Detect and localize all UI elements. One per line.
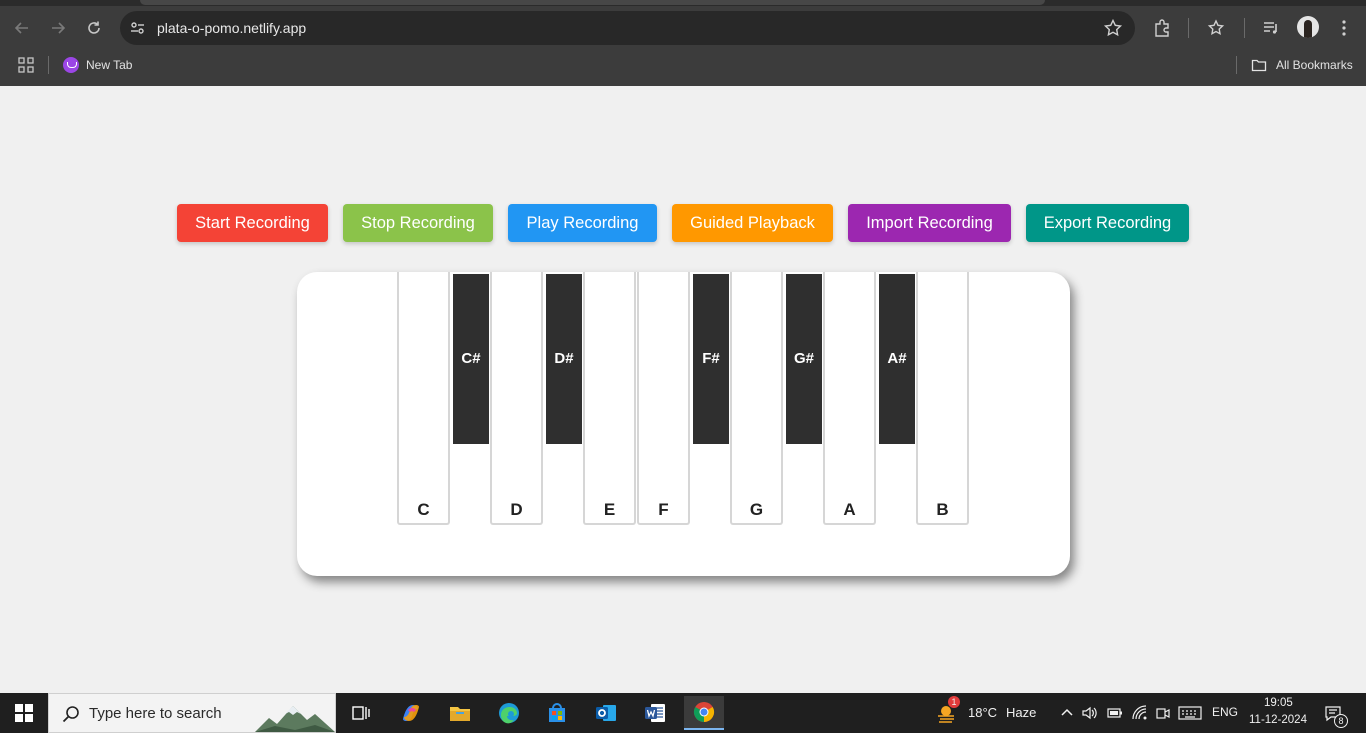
bookmark-label: New Tab [86,58,133,72]
copilot-icon [403,705,419,721]
key-label: D [510,500,523,519]
piano-keyboard: C D E F G A B C# D# F# G# A# [297,272,1070,576]
browser-toolbar: plata-o-pomo.netlify.app New Tab All Boo… [0,0,1366,86]
taskbar: Type here to search 1 18°C Haze ENG 19:0… [0,693,1366,733]
edge-app[interactable] [489,696,529,730]
wifi-icon[interactable] [1131,704,1149,722]
profile-avatar[interactable] [1297,16,1319,38]
search-icon [61,704,81,724]
bookmarks-star-list-icon[interactable] [1204,16,1228,40]
all-bookmarks-label: All Bookmarks [1276,58,1353,72]
key-label: C# [461,350,481,367]
piano-key-a[interactable]: A [823,272,876,525]
bookmark-star-icon[interactable] [1103,18,1123,38]
mountain-highlight-icon [255,706,335,732]
volume-icon[interactable] [1081,704,1099,722]
key-label: A# [887,350,907,367]
play-recording-button[interactable]: Play Recording [508,204,657,242]
clock-time[interactable]: 19:05 [1264,697,1293,709]
folder-icon [450,707,470,721]
address-bar[interactable]: plata-o-pomo.netlify.app [120,11,1135,45]
key-label: A [843,500,856,519]
site-settings-icon[interactable] [128,18,148,38]
all-bookmarks-button[interactable]: All Bookmarks [1251,55,1353,75]
bookmark-separator [1236,56,1237,74]
word-icon [645,704,665,722]
taskbar-search[interactable]: Type here to search [48,693,336,733]
folder-icon [1251,59,1267,72]
key-label: C [417,500,430,519]
arrow-left-icon [14,22,28,34]
reload-button[interactable] [80,14,108,42]
start-recording-button[interactable]: Start Recording [177,204,328,242]
tab-strip [0,0,1366,6]
key-label: F# [702,350,720,367]
new-tab-favicon-icon [63,57,79,73]
active-tab-edge[interactable] [140,0,1045,5]
start-button[interactable] [0,693,48,733]
chrome-icon [693,702,715,723]
edge-icon [499,703,519,724]
key-label: G# [793,350,814,367]
task-view-button[interactable] [341,696,381,730]
file-explorer-app[interactable] [440,696,480,730]
outlook-app[interactable] [586,696,626,730]
piano-key-e[interactable]: E [583,272,636,525]
arrow-right-icon [52,22,66,34]
language-indicator[interactable]: ENG [1212,705,1238,719]
key-label: G [749,500,764,519]
piano-key-c[interactable]: C [397,272,450,525]
extensions-icon[interactable] [1150,16,1174,40]
piano-key-c-sharp[interactable]: C# [453,274,489,444]
export-recording-button[interactable]: Export Recording [1026,204,1189,242]
bookmark-separator [48,56,49,74]
toolbar-separator [1244,18,1245,38]
bookmark-new-tab[interactable]: New Tab [63,55,132,75]
menu-kebab-icon[interactable] [1332,16,1356,40]
key-label: E [603,500,616,519]
touch-keyboard-icon[interactable] [1178,704,1202,722]
media-controls-icon[interactable] [1259,16,1283,40]
meet-now-icon[interactable] [1154,704,1172,722]
weather-description[interactable]: Haze [1006,705,1036,720]
windows-logo-icon [15,704,33,722]
piano-key-b[interactable]: B [916,272,969,525]
task-view-icon [352,706,370,720]
forward-button[interactable] [44,14,72,42]
recording-controls: Start Recording Stop Recording Play Reco… [0,204,1366,242]
piano-key-a-sharp[interactable]: A# [879,274,915,444]
reload-icon [88,21,100,34]
piano-key-f[interactable]: F [637,272,690,525]
word-app[interactable] [635,696,675,730]
stop-recording-button[interactable]: Stop Recording [343,204,493,242]
search-placeholder: Type here to search [89,705,222,722]
back-button[interactable] [8,14,36,42]
clock-date[interactable]: 11-12-2024 [1249,714,1307,726]
piano-key-d-sharp[interactable]: D# [546,274,582,444]
chrome-app[interactable] [684,696,724,730]
notification-badge: 8 [1334,714,1348,728]
weather-temperature[interactable]: 18°C [968,705,997,720]
copilot-app[interactable] [391,696,431,730]
outlook-icon [596,705,616,721]
piano-key-d[interactable]: D [490,272,543,525]
guided-playback-button[interactable]: Guided Playback [672,204,833,242]
battery-icon[interactable] [1106,704,1124,722]
key-label: F [658,500,669,519]
store-icon [549,703,565,722]
toolbar-separator [1188,18,1189,38]
chevron-up-icon[interactable] [1058,704,1076,722]
weather-badge: 1 [948,696,960,708]
import-recording-button[interactable]: Import Recording [848,204,1011,242]
piano-key-f-sharp[interactable]: F# [693,274,729,444]
apps-grid-icon[interactable] [17,56,35,74]
microsoft-store-app[interactable] [537,696,577,730]
url-text[interactable]: plata-o-pomo.netlify.app [157,20,306,36]
piano-key-g-sharp[interactable]: G# [786,274,822,444]
piano-key-g[interactable]: G [730,272,783,525]
key-label: B [936,500,949,519]
key-label: D# [554,350,574,367]
